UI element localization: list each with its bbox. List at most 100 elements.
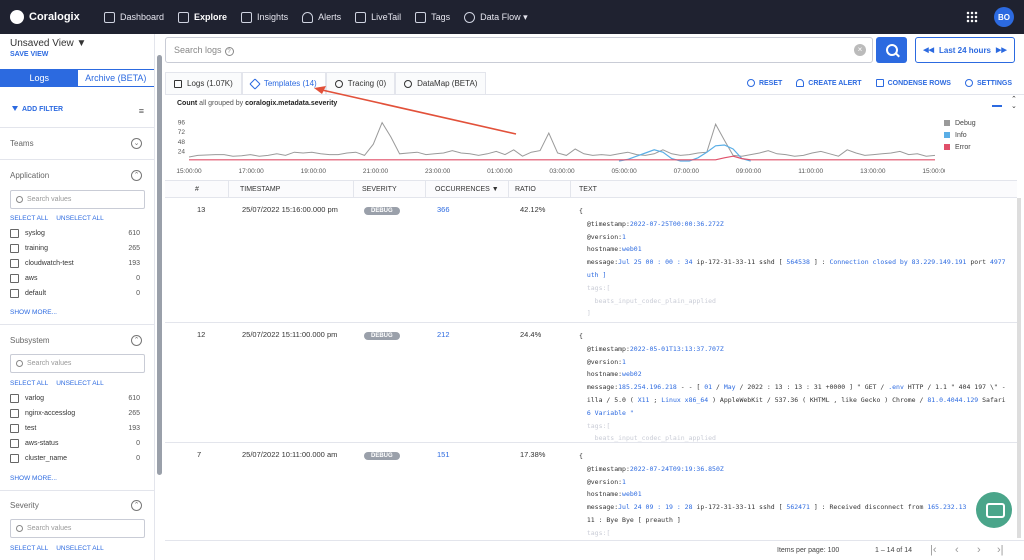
checkbox[interactable] xyxy=(10,454,19,463)
header-ratio[interactable]: RATIO xyxy=(515,186,536,193)
nav-tags[interactable]: Tags xyxy=(415,11,450,23)
select-all-link[interactable]: SELECT ALL xyxy=(10,215,48,222)
facet-item[interactable]: training 265 xyxy=(10,244,140,253)
series-line-error[interactable] xyxy=(189,155,935,161)
series-line-debug[interactable] xyxy=(188,121,936,158)
facet-item[interactable]: syslog 610 xyxy=(10,229,140,238)
facet-item[interactable]: cloudwatch-test 193 xyxy=(10,259,140,268)
checkbox[interactable] xyxy=(10,424,19,433)
log-template-text[interactable]: { @timestamp:2022-05-01T13:13:37.707Z @v… xyxy=(579,330,1017,445)
unselect-all-link[interactable]: UNSELECT ALL xyxy=(56,380,104,387)
legend-item[interactable]: Info xyxy=(944,129,976,141)
facet-item[interactable]: cluster_name 0 xyxy=(10,454,140,463)
checkbox[interactable] xyxy=(10,289,19,298)
code-token: ) AppleWebKit / 537.36 ( KHTML , like Ge… xyxy=(708,395,928,404)
show-more-link[interactable]: SHOW MORE... xyxy=(10,309,57,316)
tab-datamap[interactable]: DataMap (BETA) xyxy=(395,72,487,94)
series-line-info[interactable] xyxy=(618,144,751,162)
header-severity[interactable]: SEVERITY xyxy=(362,186,397,193)
checkbox[interactable] xyxy=(10,259,19,268)
first-page-icon[interactable]: |‹ xyxy=(930,544,937,556)
row-occurrences[interactable]: 212 xyxy=(437,330,450,339)
checkbox[interactable] xyxy=(10,394,19,403)
search-button[interactable] xyxy=(876,37,907,63)
settings-button[interactable]: SETTINGS xyxy=(964,79,1012,87)
header-occurrences[interactable]: OCCURRENCES ▼ xyxy=(435,186,499,193)
facet-item[interactable]: nginx-accesslog 265 xyxy=(10,409,140,418)
application-search-input[interactable]: Search values xyxy=(10,190,145,209)
tab-templates[interactable]: Templates (14) xyxy=(241,72,326,94)
last-page-icon[interactable]: ›| xyxy=(997,544,1004,556)
chevron-left-icon[interactable]: ◀◀ xyxy=(923,46,934,54)
checkbox[interactable] xyxy=(10,409,19,418)
facet-item[interactable]: aws 0 xyxy=(10,274,140,283)
log-template-text[interactable]: { @timestamp:2022-07-25T00:00:36.272Z @v… xyxy=(579,205,1017,320)
apps-grid-icon[interactable] xyxy=(966,11,978,23)
select-all-link[interactable]: SELECT ALL xyxy=(10,380,48,387)
brand[interactable]: Coralogix xyxy=(10,10,90,24)
tab-tracing[interactable]: Tracing (0) xyxy=(325,72,396,94)
table-row[interactable]: 13 25/07/2022 15:16:00.000 pm DEBUG 366 … xyxy=(165,198,1017,323)
clear-icon[interactable]: × xyxy=(854,44,866,56)
chat-support-button[interactable] xyxy=(976,492,1012,528)
checkbox[interactable] xyxy=(10,274,19,283)
create-alert-button[interactable]: CREATE ALERT xyxy=(796,79,862,87)
expand-collapse-icon[interactable]: ⌃ ⌄ xyxy=(1011,96,1017,110)
nav-insights[interactable]: Insights xyxy=(241,11,288,23)
view-title[interactable]: Unsaved View ▼ xyxy=(10,38,86,49)
chevron-right-icon[interactable]: ▶▶ xyxy=(996,46,1007,54)
unselect-all-link[interactable]: UNSELECT ALL xyxy=(56,545,104,552)
time-range-picker[interactable]: ◀◀ Last 24 hours ▶▶ xyxy=(915,37,1015,63)
nav-data-flow[interactable]: Data Flow ▾ xyxy=(464,11,528,23)
nav-dashboard[interactable]: Dashboard xyxy=(104,11,164,23)
nav-livetail[interactable]: LiveTail xyxy=(355,11,401,23)
log-search-input[interactable]: Search logs? × xyxy=(165,37,873,63)
header-timestamp[interactable]: TIMESTAMP xyxy=(240,186,280,193)
sidebar-scrollbar[interactable] xyxy=(157,55,162,475)
table-row[interactable]: 12 25/07/2022 15:11:00.000 pm DEBUG 212 … xyxy=(165,323,1017,443)
items-per-page[interactable]: Items per page: 100 xyxy=(777,547,839,554)
condense-rows-button[interactable]: CONDENSE ROWS xyxy=(875,79,951,87)
help-icon[interactable]: ? xyxy=(224,47,234,56)
reset-button[interactable]: RESET xyxy=(746,79,782,87)
facet-item[interactable]: test 193 xyxy=(10,424,140,433)
bar-chart-icon[interactable] xyxy=(992,99,1002,107)
avatar[interactable]: BO xyxy=(994,7,1014,27)
table-row[interactable]: 7 25/07/2022 10:11:00.000 am DEBUG 151 1… xyxy=(165,443,1017,540)
chevron-up-icon[interactable]: ⌃ xyxy=(131,335,142,346)
code-line: tags:[ xyxy=(579,420,1017,433)
code-line: illa / 5.0 ( X11 ; Linux x86_64 ) AppleW… xyxy=(579,394,1017,407)
count-field[interactable]: coralogix.metadata.severity xyxy=(245,100,337,107)
add-filter-button[interactable]: ADD FILTER xyxy=(12,106,63,113)
save-view-link[interactable]: SAVE VIEW xyxy=(10,51,48,58)
checkbox[interactable] xyxy=(10,244,19,253)
header-text[interactable]: TEXT xyxy=(579,186,597,193)
facet-item[interactable]: varlog 610 xyxy=(10,394,140,403)
logs-mode-button[interactable]: Logs xyxy=(1,70,78,86)
next-page-icon[interactable]: › xyxy=(977,544,981,556)
row-occurrences[interactable]: 366 xyxy=(437,205,450,214)
severity-search-input[interactable]: Search values xyxy=(10,519,145,538)
chevron-up-icon[interactable]: ⌃ xyxy=(131,500,142,511)
log-template-text[interactable]: { @timestamp:2022-07-24T09:19:36.850Z @v… xyxy=(579,450,1017,540)
facet-item[interactable]: default 0 xyxy=(10,289,140,298)
table-scrollbar[interactable] xyxy=(1017,198,1021,538)
checkbox[interactable] xyxy=(10,439,19,448)
unselect-all-link[interactable]: UNSELECT ALL xyxy=(56,215,104,222)
show-more-link[interactable]: SHOW MORE... xyxy=(10,475,57,482)
nav-alerts[interactable]: Alerts xyxy=(302,11,341,23)
subsystem-search-input[interactable]: Search values xyxy=(10,354,145,373)
legend-item[interactable]: Debug xyxy=(944,117,976,129)
chevron-down-icon[interactable]: ⌄ xyxy=(131,138,142,149)
select-all-link[interactable]: SELECT ALL xyxy=(10,545,48,552)
nav-explore[interactable]: Explore xyxy=(178,11,227,23)
prev-page-icon[interactable]: ‹ xyxy=(955,544,959,556)
archive-mode-button[interactable]: Archive (BETA) xyxy=(78,70,155,86)
tab-logs[interactable]: Logs (1.07K) xyxy=(165,72,242,94)
collapse-all-icon[interactable]: ≡ xyxy=(139,106,144,116)
legend-item[interactable]: Error xyxy=(944,141,976,153)
chevron-up-icon[interactable]: ⌃ xyxy=(131,170,142,181)
row-occurrences[interactable]: 151 xyxy=(437,450,450,459)
facet-item[interactable]: aws-status 0 xyxy=(10,439,140,448)
checkbox[interactable] xyxy=(10,229,19,238)
